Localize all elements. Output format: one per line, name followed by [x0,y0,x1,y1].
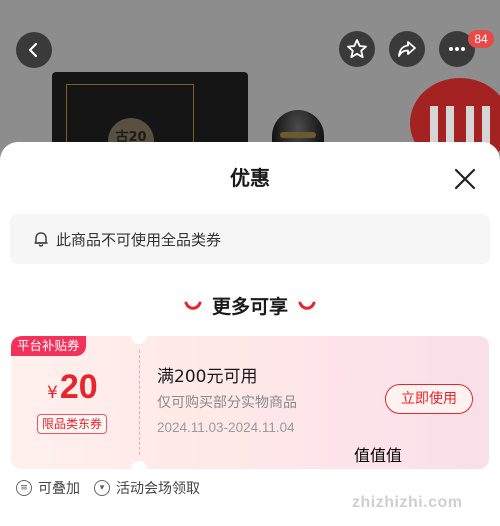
star-icon [347,39,367,59]
watermark-url: zhizhizhi.com [352,494,463,511]
coupon-footer: ≡ 可叠加 ▾ 活动会场领取 [16,478,214,498]
venue-icon: ▾ [94,480,110,496]
coupon-notice: 此商品不可使用全品类券 [10,214,490,264]
watermark-logo: 值值值 [354,446,403,465]
coupon-description: 仅可购买部分实物商品 [157,395,297,411]
coupon-notch [131,461,147,469]
bell-icon [34,232,48,247]
use-now-button[interactable]: 立即使用 [385,384,473,414]
section-heading: 更多可享 [0,292,500,319]
back-button[interactable] [16,32,52,68]
coupon-amount: ¥ 20 [47,368,98,407]
smile-decoration-icon [298,301,316,310]
smile-decoration-icon [184,301,202,310]
coupon-condition: 满200元可用 [157,367,258,387]
section-title: 更多可享 [211,296,288,318]
coupon-scope-tag: 限品类东券 [37,414,108,434]
coupon-validity-dates: 2024.11.03-2024.11.04 [157,420,295,435]
chevron-left-icon [28,42,38,58]
stackable-label: 可叠加 [38,481,80,497]
notification-badge: 84 [468,30,494,48]
notice-text: 此商品不可使用全品类券 [56,230,222,249]
amount-value: 20 [59,368,98,406]
favorite-button[interactable] [339,31,375,67]
more-dots-icon [449,47,465,51]
share-button[interactable] [389,31,425,67]
currency-symbol: ¥ [47,383,58,403]
site-watermark: 值值值 zhizhizhi.com [346,442,496,526]
close-icon [454,168,476,190]
venue-label: 活动会场领取 [116,481,200,497]
venue-info: ▾ 活动会场领取 [94,478,200,498]
coupon-divider [139,350,140,455]
product-backdrop: 古20 [0,0,500,160]
stack-icon: ≡ [16,480,32,496]
close-button[interactable] [450,164,480,194]
share-icon [398,41,416,57]
sheet-title: 优惠 [230,166,270,190]
stackable-info: ≡ 可叠加 [16,478,80,498]
product-bottle-band [280,132,316,138]
coupon-type-tag: 平台补贴券 [11,336,86,356]
